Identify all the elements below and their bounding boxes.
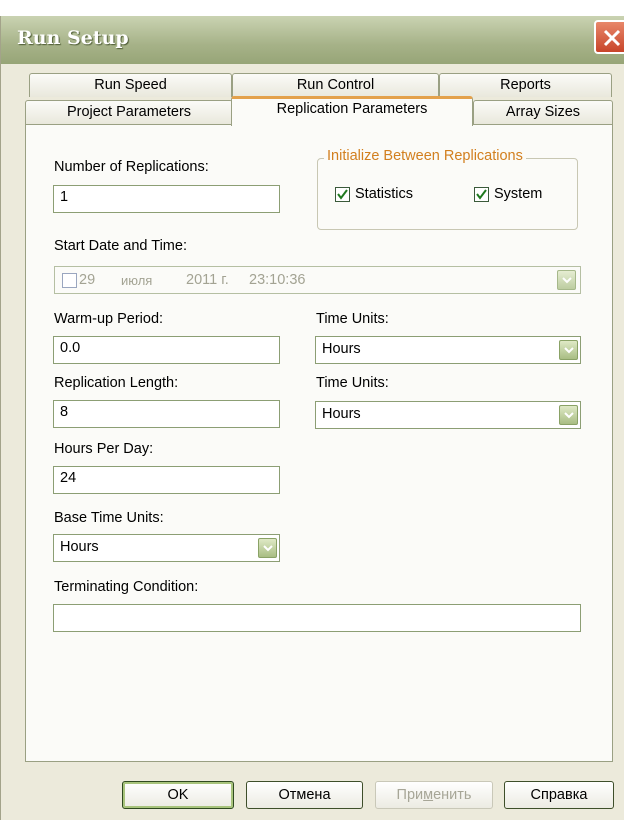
base-time-units-dropdown-button[interactable]	[258, 538, 277, 558]
base-time-units-select[interactable]: Hours	[53, 534, 280, 562]
start-date-label: Start Date and Time:	[54, 238, 187, 254]
apply-label-mnemonic: м	[423, 787, 434, 803]
base-time-units-label: Base Time Units:	[54, 510, 164, 526]
base-time-units-value: Hours	[60, 539, 99, 555]
warmup-units-label: Time Units:	[316, 311, 389, 327]
terminating-condition-label: Terminating Condition:	[54, 579, 199, 595]
help-button-label: Справка	[530, 787, 588, 803]
statistics-checkbox[interactable]	[335, 187, 350, 202]
warmup-units-value: Hours	[322, 341, 361, 357]
replication-length-units-select[interactable]: Hours	[315, 401, 581, 429]
terminating-condition-input[interactable]	[53, 604, 581, 632]
help-button[interactable]: Справка	[504, 781, 614, 809]
ok-button[interactable]: OK	[122, 781, 234, 809]
chevron-down-icon	[263, 545, 273, 552]
replication-length-input[interactable]: 8	[53, 400, 280, 428]
hours-per-day-input[interactable]: 24	[53, 466, 280, 494]
check-icon	[337, 189, 348, 200]
replication-length-units-value: Hours	[322, 406, 361, 422]
ok-button-label: OK	[167, 787, 189, 803]
start-month: июля	[121, 273, 153, 288]
replication-length-units-dropdown-button[interactable]	[559, 405, 578, 425]
replications-label: Number of Replications:	[54, 159, 209, 175]
hours-per-day-value: 24	[60, 470, 77, 486]
replication-length-units-label: Time Units:	[316, 375, 389, 391]
start-date-time-picker[interactable]: 29 июля 2011 г. 23:10:36	[54, 266, 581, 294]
start-date-checkbox[interactable]	[62, 273, 77, 288]
warmup-units-select[interactable]: Hours	[315, 336, 581, 364]
panel-content: Number of Replications: 1 Initialize Bet…	[0, 0, 624, 820]
cancel-button-label: Отмена	[278, 787, 331, 803]
hours-per-day-label: Hours Per Day:	[54, 441, 154, 457]
replication-length-value: 8	[60, 404, 69, 420]
statistics-label[interactable]: Statistics	[355, 186, 413, 202]
system-label[interactable]: System	[494, 186, 542, 202]
chevron-down-icon	[562, 277, 572, 284]
initialize-group-title: Initialize Between Replications	[324, 148, 526, 164]
chevron-down-icon	[564, 412, 574, 419]
start-year: 2011 г.	[186, 272, 229, 288]
warmup-value: 0.0	[60, 340, 81, 356]
cancel-button[interactable]: Отмена	[246, 781, 363, 809]
system-checkbox[interactable]	[474, 187, 489, 202]
warmup-label: Warm-up Period:	[54, 311, 164, 327]
start-day: 29	[79, 272, 96, 288]
start-date-dropdown-button[interactable]	[557, 270, 576, 290]
warmup-units-dropdown-button[interactable]	[559, 340, 578, 360]
replication-length-label: Replication Length:	[54, 375, 179, 391]
start-time: 23:10:36	[249, 272, 306, 288]
apply-label-end: енить	[433, 787, 472, 803]
chevron-down-icon	[564, 347, 574, 354]
apply-label-start: При	[396, 787, 424, 803]
apply-button[interactable]: Применить	[375, 781, 493, 809]
replications-value: 1	[60, 189, 69, 205]
warmup-input[interactable]: 0.0	[53, 336, 280, 364]
check-icon	[476, 189, 487, 200]
replications-input[interactable]: 1	[53, 185, 280, 213]
